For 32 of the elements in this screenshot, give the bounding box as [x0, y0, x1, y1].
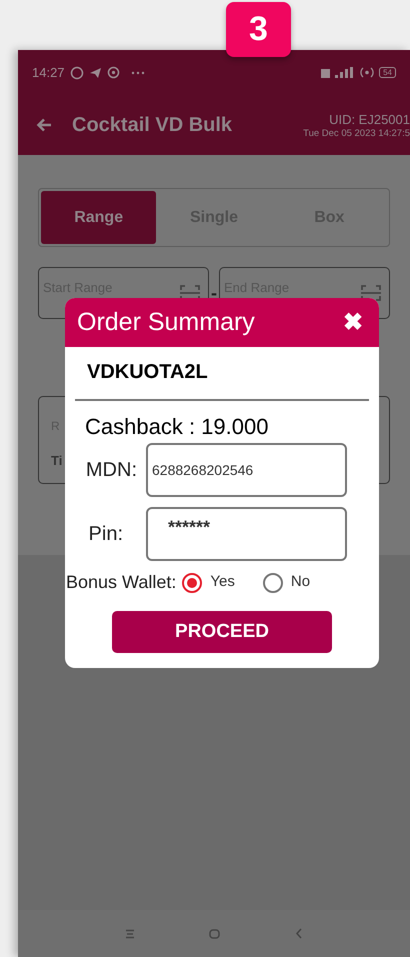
battery-icon: 54 [379, 67, 396, 78]
uid-text: UID: EJ25001 [329, 112, 410, 128]
date-time-text: Tue Dec 05 2023 14:27:5 [303, 128, 410, 140]
segment-tab[interactable]: Range [41, 191, 156, 244]
pin-field[interactable]: ****** [146, 507, 347, 561]
radio-button[interactable] [262, 572, 283, 592]
bonus-wallet-label: Bonus Wallet: [66, 571, 176, 594]
send-icon [88, 66, 102, 78]
step-number-badge: 3 [226, 2, 291, 57]
cashback-text: Cashback : 19.000 [85, 413, 268, 441]
more-icon [130, 70, 145, 74]
radio-label: No [290, 572, 310, 592]
proceed-button[interactable]: PROCEED [112, 611, 332, 653]
field-label: Pin: [88, 522, 124, 547]
scan-icon[interactable] [360, 283, 382, 303]
radio-button[interactable] [182, 572, 202, 592]
field-label: MDN: [84, 458, 138, 483]
radio-label: Yes [210, 572, 235, 592]
range-separator: - [211, 282, 217, 304]
screen-title: Cocktail VD Bulk [72, 113, 232, 138]
hotspot-icon [360, 66, 374, 79]
status-time: 14:27 [32, 64, 65, 82]
mdn-field[interactable]: 6288268202546 [146, 443, 347, 497]
product-code: VDKUOTA2L [87, 360, 208, 385]
menu-icon[interactable] [125, 928, 136, 938]
card-text: Ti [51, 452, 62, 470]
signal-icon [321, 66, 356, 78]
home-icon[interactable] [209, 928, 220, 938]
back-icon[interactable] [294, 928, 303, 939]
back-arrow-icon[interactable] [36, 118, 52, 132]
chat-icon [70, 66, 84, 80]
location-icon [106, 66, 120, 79]
